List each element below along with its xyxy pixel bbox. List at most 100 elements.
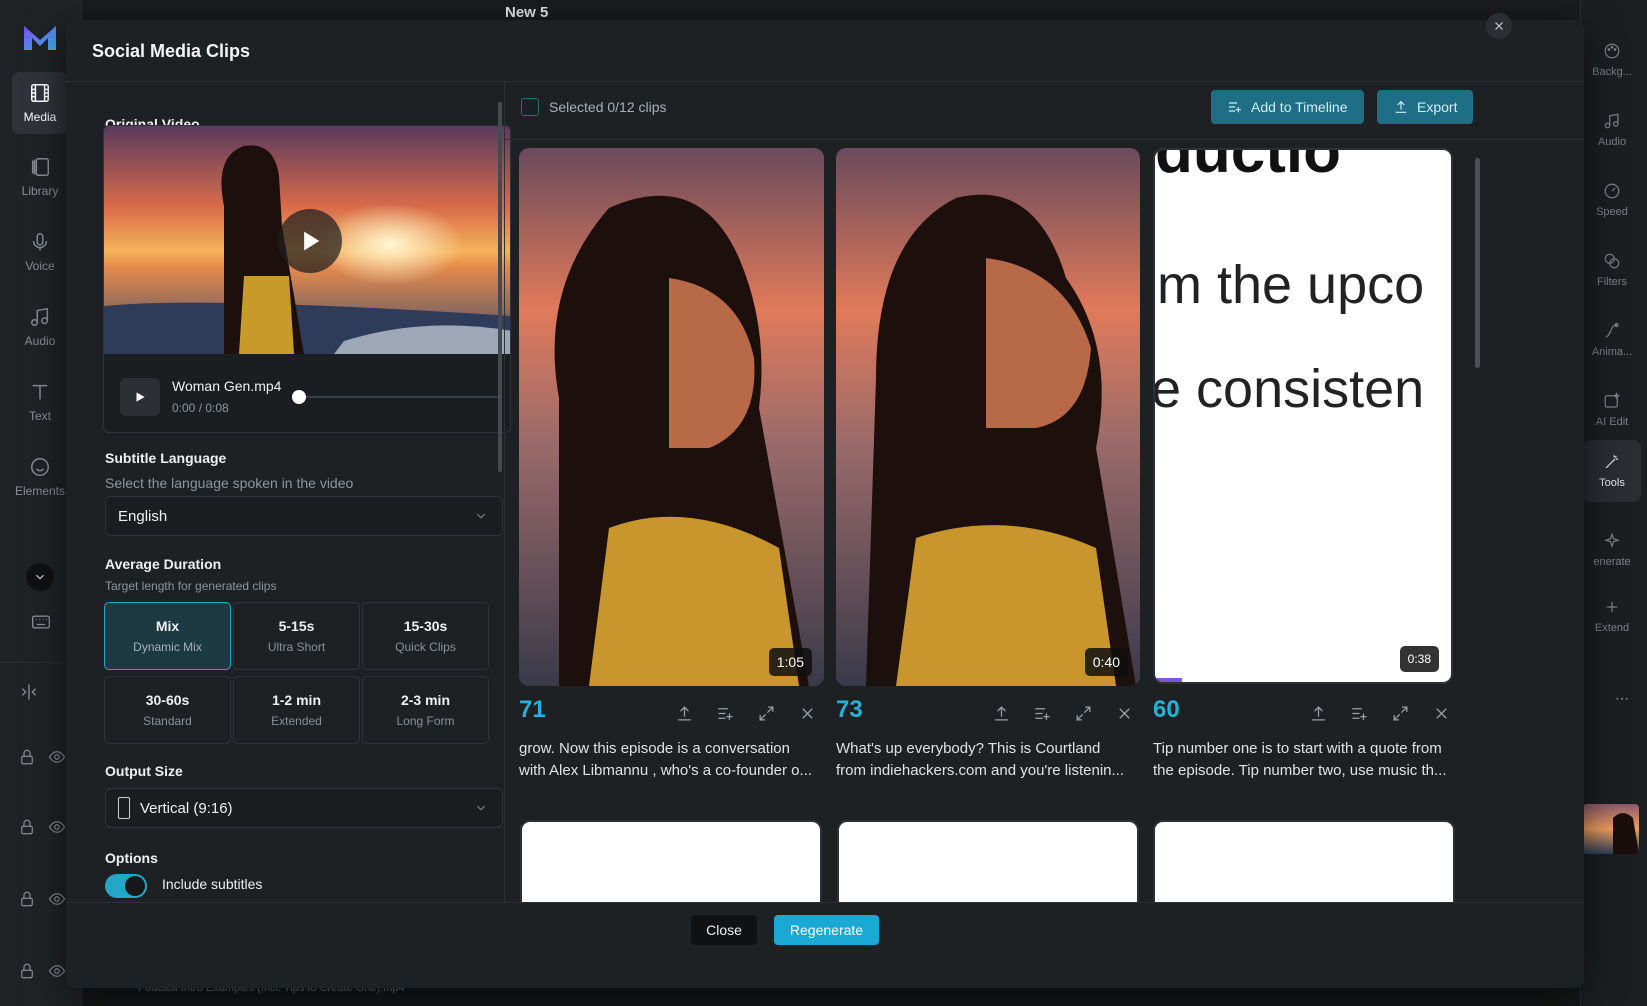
clip-actions <box>992 704 1134 723</box>
right-tool-filters[interactable]: Filters <box>1581 240 1643 300</box>
export-clip-icon[interactable] <box>675 704 694 723</box>
lock-track-button[interactable] <box>18 748 36 771</box>
right-tool-speed[interactable]: Speed <box>1581 170 1643 230</box>
play-button[interactable] <box>120 378 160 416</box>
add-to-timeline-icon[interactable] <box>1033 704 1052 723</box>
right-tool-label: Tools <box>1599 477 1625 489</box>
sidebar-item-audio[interactable]: Audio <box>12 296 68 358</box>
right-tool-label: Anima... <box>1591 346 1633 358</box>
dialog-close-button[interactable] <box>1486 13 1512 39</box>
close-icon[interactable] <box>1432 704 1451 723</box>
settings-scrollbar[interactable] <box>498 102 502 472</box>
visibility-track-button[interactable] <box>48 818 66 841</box>
clips-scrollbar[interactable] <box>1475 158 1480 368</box>
button-label: Export <box>1417 99 1458 115</box>
music-note-icon <box>31 307 49 326</box>
right-tool-label: Filters <box>1597 276 1627 288</box>
sidebar-item-library[interactable]: Library <box>12 146 68 208</box>
keyboard-shortcuts-button[interactable] <box>30 612 52 637</box>
expand-icon[interactable] <box>1074 704 1093 723</box>
select-all-checkbox[interactable] <box>521 98 539 116</box>
right-tool-animation[interactable]: Anima... <box>1581 310 1643 370</box>
animation-icon <box>1605 322 1619 338</box>
right-tool-tools[interactable]: Tools <box>1583 440 1641 502</box>
subtitle-language-select[interactable]: English <box>105 496 503 536</box>
clip-thumbnail[interactable]: 1:05 <box>519 148 824 686</box>
lock-track-button[interactable] <box>18 962 36 985</box>
visibility-track-button[interactable] <box>48 962 66 985</box>
close-button[interactable]: Close <box>691 915 757 945</box>
settings-panel: Original Video Woman Gen.mp4 0:00 / 0:08… <box>66 82 526 930</box>
expand-icon[interactable] <box>1391 704 1410 723</box>
regenerate-button[interactable]: Regenerate <box>774 915 879 945</box>
transcript-line: What's up everybody? This is Courtland <box>836 740 1101 757</box>
timeline-thumbnail[interactable] <box>1583 804 1639 854</box>
sidebar-item-media[interactable]: Media <box>12 72 68 134</box>
original-video-card: Woman Gen.mp4 0:00 / 0:08 <box>103 125 511 433</box>
right-tool-label: Audio <box>1597 136 1627 148</box>
sidebar-item-elements[interactable]: Elements <box>12 446 68 508</box>
play-video-button[interactable] <box>278 209 342 273</box>
duration-option-desc: Long Form <box>396 714 455 728</box>
select-value: Vertical (9:16) <box>140 799 233 817</box>
selected-count: Selected 0/12 clips <box>549 99 667 115</box>
right-tool-ai-edit[interactable]: AI Edit <box>1581 380 1643 440</box>
lock-icon <box>21 963 33 979</box>
more-options-icon[interactable]: ⋯ <box>1615 690 1629 707</box>
close-icon[interactable] <box>1115 704 1134 723</box>
expand-more-button[interactable] <box>26 563 54 591</box>
split-icon <box>21 684 37 700</box>
duration-option-30-60s[interactable]: 30-60s Standard <box>104 676 231 744</box>
clip-thumbnail[interactable]: 0:40 <box>836 148 1140 686</box>
duration-option-2-3min[interactable]: 2-3 min Long Form <box>362 676 489 744</box>
seek-handle[interactable] <box>292 390 306 404</box>
options-heading: Options <box>105 850 158 866</box>
clip-progress-bar <box>1155 678 1182 682</box>
magic-wand-icon <box>1605 455 1618 469</box>
project-name[interactable]: New 5 <box>505 4 548 21</box>
clip-thumbnail[interactable]: ductio m the upco e consisten 0:38 <box>1153 148 1453 684</box>
right-tool-label: enerate <box>1593 556 1631 568</box>
video-preview[interactable] <box>104 126 510 354</box>
duration-option-mix[interactable]: Mix Dynamic Mix <box>104 602 231 670</box>
eye-icon <box>48 965 66 977</box>
right-tool-generate[interactable]: enerate <box>1581 520 1643 580</box>
sidebar-item-label: Voice <box>25 259 55 273</box>
clip-duration-badge: 1:05 <box>768 648 812 676</box>
seek-bar[interactable] <box>298 396 498 398</box>
sidebar-item-voice[interactable]: Voice <box>12 221 68 283</box>
clip-actions <box>1309 704 1451 723</box>
duration-option-15-30s[interactable]: 15-30s Quick Clips <box>362 602 489 670</box>
duration-option-1-2min[interactable]: 1-2 min Extended <box>233 676 360 744</box>
split-tool-button[interactable] <box>18 682 40 707</box>
library-icon <box>31 158 49 176</box>
duration-option-5-15s[interactable]: 5-15s Ultra Short <box>233 602 360 670</box>
right-tool-background[interactable]: Backg... <box>1581 30 1643 90</box>
export-clip-icon[interactable] <box>992 704 1011 723</box>
right-tool-audio[interactable]: Audio <box>1581 100 1643 160</box>
transcript-line: from indiehackers.com and you're listeni… <box>836 762 1124 779</box>
right-tool-extend[interactable]: Extend <box>1581 586 1643 646</box>
toggle-knob <box>125 876 145 896</box>
transcript-line: with Alex Libmannu , who's a co-founder … <box>519 762 813 779</box>
visibility-track-button[interactable] <box>48 890 66 913</box>
sidebar-item-text[interactable]: Text <box>12 371 68 433</box>
lock-track-button[interactable] <box>18 818 36 841</box>
include-subtitles-toggle[interactable] <box>105 874 147 898</box>
sidebar-item-label: Media <box>23 110 57 124</box>
video-time: 0:00 / 0:08 <box>172 401 229 415</box>
output-size-select[interactable]: Vertical (9:16) <box>105 788 503 828</box>
clip-score: 71 <box>519 696 546 723</box>
expand-icon[interactable] <box>757 704 776 723</box>
microphone-icon <box>32 233 48 251</box>
add-to-timeline-icon[interactable] <box>1350 704 1369 723</box>
export-clip-icon[interactable] <box>1309 704 1328 723</box>
lock-track-button[interactable] <box>18 890 36 913</box>
close-icon[interactable] <box>798 704 817 723</box>
add-to-timeline-button[interactable]: Add to Timeline <box>1211 90 1364 124</box>
export-button[interactable]: Export <box>1377 90 1474 124</box>
visibility-track-button[interactable] <box>48 748 66 771</box>
upload-icon <box>1395 100 1407 113</box>
add-to-timeline-icon[interactable] <box>716 704 735 723</box>
right-tool-label: Backg... <box>1592 66 1632 78</box>
